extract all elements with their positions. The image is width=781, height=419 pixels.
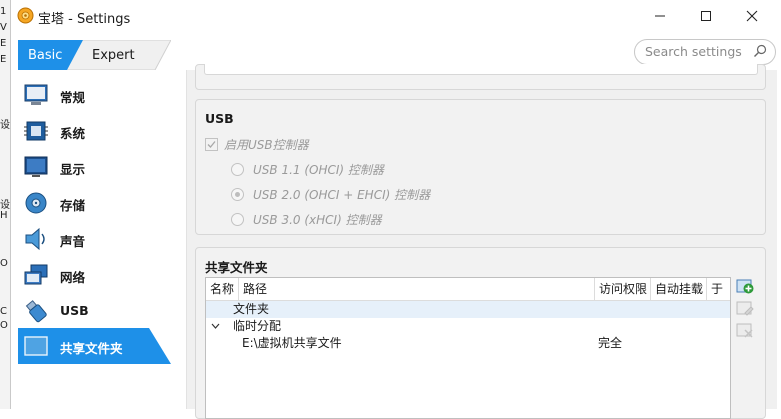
usb-section-title: USB <box>205 111 234 126</box>
usb-option-label: USB 3.0 (xHCI) 控制器 <box>253 213 382 227</box>
row-name: 临时分配 <box>233 319 282 333</box>
settings-content: USB 启用USB控制器 USB 1.1 (OHCI) 控制器 USB 2.0 … <box>186 64 777 419</box>
sidebar-item-label: 声音 <box>60 234 86 249</box>
usb-option-1[interactable]: USB 1.1 (OHCI) 控制器 <box>231 161 384 178</box>
mode-switch: Basic Expert <box>18 40 171 70</box>
close-button[interactable] <box>729 0 775 31</box>
search-box[interactable] <box>634 39 776 65</box>
bg-text: C <box>0 306 7 317</box>
usb-icon <box>25 300 47 323</box>
edit-shared-folder-button[interactable] <box>736 299 754 317</box>
column-header-at[interactable]: 于 <box>707 278 730 300</box>
radio-button[interactable] <box>231 213 244 226</box>
sidebar-item-label: 网络 <box>60 270 86 285</box>
previous-section-panel <box>195 64 766 90</box>
virtualbox-app-icon <box>17 7 34 24</box>
bg-text: 1 <box>0 6 7 17</box>
minimize-icon <box>655 15 665 16</box>
tab-basic[interactable]: Basic <box>28 48 62 63</box>
network-icon <box>24 264 48 285</box>
minimize-button[interactable] <box>637 0 683 31</box>
bg-text: 设 <box>0 200 10 211</box>
radio-button[interactable] <box>231 163 244 176</box>
checkmark-icon <box>207 141 216 148</box>
shared-folders-tree[interactable]: 名称 路径 访问权限 自动挂载 于 文件夹 临时分配 E:\虚拟机共享文件 完全 <box>205 277 731 419</box>
storage-disk-icon <box>25 192 47 214</box>
tree-row[interactable]: 临时分配 <box>206 318 730 335</box>
previous-section-field <box>204 64 758 75</box>
usb-option-label: USB 2.0 (OHCI + EHCI) 控制器 <box>253 188 431 202</box>
bg-text: V <box>0 22 7 33</box>
sidebar-item-audio[interactable]: 声音 <box>18 221 171 257</box>
enable-usb-label: 启用USB控制器 <box>224 138 309 152</box>
add-shared-folder-button[interactable] <box>736 277 754 295</box>
sidebar-item-label: 共享文件夹 <box>60 341 123 356</box>
sidebar-item-usb[interactable]: USB <box>18 293 171 329</box>
system-chip-icon <box>24 121 48 141</box>
sidebar-item-display[interactable]: 显示 <box>18 149 171 185</box>
shared-folders-title: 共享文件夹 <box>205 260 268 275</box>
shared-folder-icon <box>24 336 48 356</box>
remove-shared-folder-button[interactable] <box>736 321 754 339</box>
sidebar-item-label: 存储 <box>60 198 86 213</box>
usb-section: USB 启用USB控制器 USB 1.1 (OHCI) 控制器 USB 2.0 … <box>195 99 766 235</box>
column-header-automount[interactable]: 自动挂载 <box>651 278 707 300</box>
tree-row[interactable]: E:\虚拟机共享文件 完全 <box>206 335 730 352</box>
row-path: E:\虚拟机共享文件 <box>242 336 342 350</box>
bg-text: E <box>0 38 7 49</box>
column-header-path[interactable]: 路径 <box>239 278 595 300</box>
bg-text: O <box>0 258 8 269</box>
sidebar-item-label: 常规 <box>60 90 86 105</box>
row-access: 完全 <box>598 336 623 350</box>
tree-header: 名称 路径 访问权限 自动挂载 于 <box>206 278 730 301</box>
chevron-down-icon[interactable] <box>211 323 220 330</box>
sidebar-item-general[interactable]: 常规 <box>18 77 171 113</box>
audio-speaker-icon <box>25 227 45 251</box>
radio-button[interactable] <box>231 188 244 201</box>
general-monitor-icon <box>24 84 48 105</box>
shared-folders-section: 共享文件夹 名称 路径 访问权限 自动挂载 于 文件夹 临时分配 E:\虚拟机共… <box>195 247 766 419</box>
tab-expert[interactable]: Expert <box>92 48 135 63</box>
checkbox-box[interactable] <box>205 138 218 151</box>
bg-text: E <box>0 54 7 65</box>
sidebar-item-storage[interactable]: 存储 <box>18 185 171 221</box>
display-monitor-icon <box>24 156 48 177</box>
sidebar-item-label: 显示 <box>60 162 86 177</box>
usb-option-3[interactable]: USB 3.0 (xHCI) 控制器 <box>231 211 382 228</box>
tree-row[interactable]: 文件夹 <box>206 301 730 318</box>
maximize-button[interactable] <box>683 0 729 31</box>
enable-usb-checkbox[interactable]: 启用USB控制器 <box>205 136 309 153</box>
window-title: 宝塔 - Settings <box>38 12 131 27</box>
row-name: 文件夹 <box>233 302 270 316</box>
maximize-icon <box>701 10 711 21</box>
sidebar-item-shared-folders[interactable]: 共享文件夹 <box>18 328 171 364</box>
column-header-access[interactable]: 访问权限 <box>595 278 651 300</box>
column-header-name[interactable]: 名称 <box>206 278 239 300</box>
sidebar-item-network[interactable]: 网络 <box>18 257 171 293</box>
search-icon[interactable] <box>753 44 767 58</box>
settings-window: 宝塔 - Settings Basic Expert Search settin… <box>10 0 781 419</box>
sidebar-item-label: USB <box>60 303 89 318</box>
close-icon <box>746 10 758 21</box>
usb-option-label: USB 1.1 (OHCI) 控制器 <box>253 163 384 177</box>
bg-text: O <box>0 320 8 331</box>
sidebar-item-system[interactable]: 系统 <box>18 113 171 149</box>
bg-text: 设 <box>0 120 10 131</box>
search-input[interactable] <box>645 43 743 59</box>
settings-sidebar: 常规 系统 显示 存储 声音 网络 USB 共享文件夹 <box>18 77 171 409</box>
usb-option-2[interactable]: USB 2.0 (OHCI + EHCI) 控制器 <box>231 186 430 203</box>
title-bar[interactable]: 宝塔 - Settings <box>11 0 781 31</box>
sidebar-item-label: 系统 <box>60 126 86 141</box>
bg-text: H <box>0 210 8 221</box>
